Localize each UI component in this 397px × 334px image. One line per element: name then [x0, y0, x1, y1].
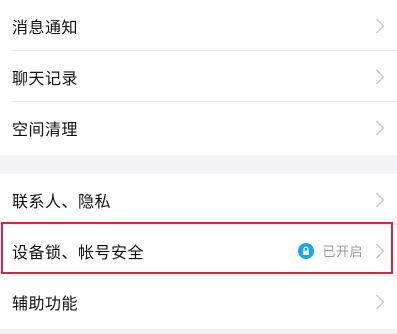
settings-item-chat-history[interactable]: 聊天记录 [0, 51, 397, 102]
chevron-right-icon [375, 242, 385, 260]
settings-screen: 消息通知 聊天记录 空间清理 联系人、隐私 设备锁、帐号安全 已开启 辅助功能 [0, 0, 397, 334]
settings-item-label: 空间清理 [12, 119, 79, 139]
status-text: 已开启 [322, 245, 363, 260]
settings-item-device-lock-security[interactable]: 设备锁、帐号安全 已开启 [0, 225, 397, 276]
settings-item-storage-cleanup[interactable]: 空间清理 [0, 102, 397, 153]
settings-item-contacts-privacy[interactable]: 联系人、隐私 [0, 174, 397, 225]
settings-item-label: 聊天记录 [12, 68, 79, 88]
chevron-right-icon [375, 68, 385, 86]
chevron-right-icon [375, 191, 385, 209]
settings-item-label: 联系人、隐私 [12, 191, 112, 211]
settings-item-label: 消息通知 [12, 17, 79, 37]
settings-item-label: 辅助功能 [12, 293, 79, 313]
settings-group-privacy: 联系人、隐私 设备锁、帐号安全 已开启 辅助功能 [0, 174, 397, 329]
settings-item-accessibility[interactable]: 辅助功能 [0, 276, 397, 327]
lock-icon [298, 242, 315, 259]
settings-item-notifications[interactable]: 消息通知 [0, 0, 397, 51]
chevron-right-icon [375, 17, 385, 35]
chevron-right-icon [375, 119, 385, 137]
settings-item-label: 设备锁、帐号安全 [12, 242, 145, 262]
settings-group-general: 消息通知 聊天记录 空间清理 [0, 0, 397, 155]
status-indicator: 已开启 [298, 242, 363, 260]
chevron-right-icon [375, 293, 385, 311]
